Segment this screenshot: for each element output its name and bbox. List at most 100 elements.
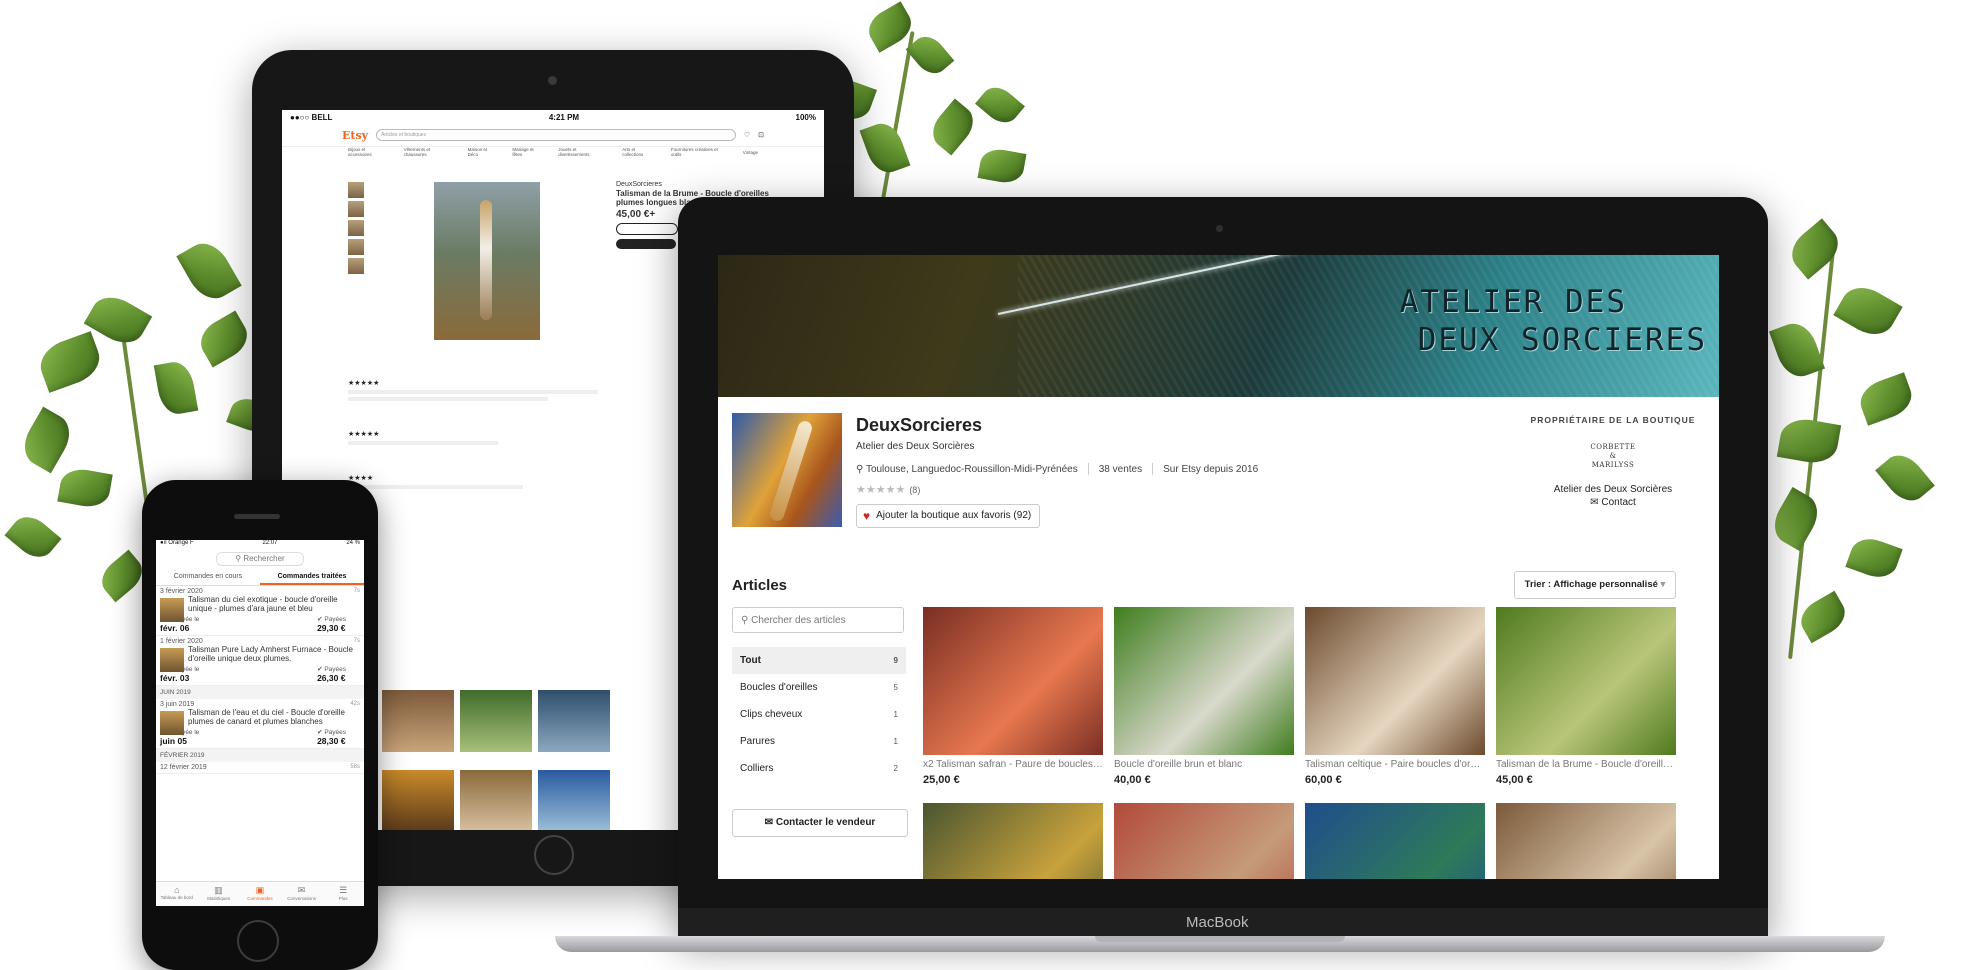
phone-status-bar: ●ıl Orange F 22:07 24 % — [156, 540, 364, 550]
nav-item[interactable]: Arts et collections — [622, 147, 657, 157]
thumbnail[interactable] — [348, 258, 364, 274]
product-tile[interactable] — [538, 690, 610, 752]
product-tile[interactable] — [382, 690, 454, 752]
shop-name[interactable]: DeuxSorcieres — [616, 180, 796, 189]
product-tile[interactable] — [460, 770, 532, 830]
buy-button[interactable] — [616, 239, 676, 249]
paid-label: ✔ Payées — [317, 616, 346, 623]
order-duration: 42s — [350, 701, 360, 707]
category-label: Tout — [740, 655, 761, 666]
category-item[interactable]: Boucles d'oreilles 5 — [732, 674, 906, 701]
product-card[interactable] — [1496, 803, 1676, 879]
add-to-cart-button[interactable] — [616, 223, 678, 235]
product-card[interactable] — [923, 803, 1103, 879]
product-card[interactable]: Boucle d'oreille brun et blanc 40,00 € — [1114, 607, 1294, 786]
etsy-category-nav: Bijoux et accessoires Vêtements et chaus… — [282, 147, 824, 157]
owner-name[interactable]: Atelier des Deux Sorcières — [1518, 484, 1708, 495]
product-card[interactable]: x2 Talisman safran - Paure de boucles d'… — [923, 607, 1103, 786]
product-image[interactable] — [1496, 803, 1676, 879]
thumbnail[interactable] — [348, 201, 364, 217]
carrier: ●●○○ BELL — [290, 112, 333, 122]
product-card[interactable] — [1114, 803, 1294, 879]
product-tile[interactable] — [538, 770, 610, 830]
cart-icon[interactable]: ⊡ — [758, 131, 764, 139]
nav-item[interactable]: Maison et Déco — [468, 147, 499, 157]
order-item[interactable]: 12 février 2019 58s — [156, 762, 364, 774]
nav-item[interactable]: Jouets et divertissements — [558, 147, 608, 157]
contact-seller-button[interactable]: ✉ Contacter le vendeur — [732, 809, 908, 837]
tabbar-orders[interactable]: ▣ Commandes — [239, 882, 281, 906]
heart-icon[interactable]: ♡ — [744, 131, 750, 139]
category-item[interactable]: Tout 9 — [732, 647, 906, 674]
product-image[interactable] — [923, 607, 1103, 755]
product-price: 25,00 € — [923, 774, 960, 786]
product-name[interactable]: Boucle d'oreille brun et blanc — [1114, 759, 1294, 770]
phone-home-button[interactable] — [237, 920, 279, 962]
shop-subtitle: Atelier des Deux Sorcières — [856, 441, 975, 452]
product-tile[interactable] — [382, 770, 454, 830]
category-item[interactable]: Parures 1 — [732, 728, 906, 755]
order-item[interactable]: 1 février 2020 7s Talisman Pure Lady Amh… — [156, 636, 364, 686]
thumbnail[interactable] — [348, 182, 364, 198]
product-thumbnails — [348, 182, 366, 277]
nav-item[interactable]: Fournitures créatives et outils — [671, 147, 729, 157]
tab-orders-completed[interactable]: Commandes traitées — [260, 570, 364, 585]
thumbnail[interactable] — [348, 220, 364, 236]
product-main-image[interactable] — [434, 182, 540, 340]
product-name[interactable]: Talisman celtique - Paire boucles d'orei… — [1305, 759, 1485, 770]
product-image[interactable] — [1114, 803, 1294, 879]
tabbar-dashboard[interactable]: ⌂ Tableau de bord — [156, 882, 198, 906]
shop-avatar — [732, 413, 842, 527]
product-image[interactable] — [1305, 607, 1485, 755]
article-search-input[interactable]: ⚲ Chercher des articles — [732, 607, 904, 633]
phone-device: ●ıl Orange F 22:07 24 % ⚲ Rechercher Com… — [142, 480, 378, 970]
contact-link[interactable]: ✉ Contact — [1518, 497, 1708, 508]
order-status-row: ✔ Envoyée lejuin 05 ✔ Payées28,30 € — [160, 726, 360, 746]
product-name[interactable]: x2 Talisman safran - Paure de boucles d'… — [923, 759, 1103, 770]
chart-icon: ▥ — [214, 885, 223, 895]
search-icon: ⚲ — [741, 615, 749, 626]
add-favorite-button[interactable]: ♥ Ajouter la boutique aux favoris (92) — [856, 504, 1041, 528]
tablet-home-button[interactable] — [534, 835, 574, 875]
product-image[interactable] — [1496, 607, 1676, 755]
tablet-status-bar: ●●○○ BELL 4:21 PM 100% — [282, 110, 824, 124]
order-item[interactable]: 3 février 2020 7s Talisman du ciel exoti… — [156, 586, 364, 636]
shop-sales: 38 ventes — [1098, 463, 1143, 475]
shop-rating[interactable]: ★★★★★ (8) — [856, 483, 920, 496]
product-image[interactable] — [923, 803, 1103, 879]
product-card[interactable]: Talisman celtique - Paire boucles d'orei… — [1305, 607, 1485, 786]
order-item[interactable]: 3 juin 2019 42s Talisman de l'eau et du … — [156, 699, 364, 749]
product-card[interactable]: Talisman de la Brume - Boucle d'oreilles… — [1496, 607, 1676, 786]
product-image[interactable] — [1114, 607, 1294, 755]
tabbar-conversations[interactable]: ✉ Conversations — [281, 882, 323, 906]
product-name[interactable]: Talisman de la Brume - Boucle d'oreilles… — [1496, 759, 1676, 770]
tabbar-more[interactable]: ☰ Plus — [322, 882, 364, 906]
owner-logo-line: MARILYSS — [1591, 461, 1635, 469]
shop-since: Sur Etsy depuis 2016 — [1163, 463, 1259, 475]
phone-screen: ●ıl Orange F 22:07 24 % ⚲ Rechercher Com… — [156, 540, 364, 906]
tabbar-label: Statistiques — [206, 896, 231, 901]
product-tile[interactable] — [460, 690, 532, 752]
order-title: Talisman de l'eau et du ciel - Boucle d'… — [188, 708, 345, 726]
nav-item[interactable]: Bijoux et accessoires — [348, 147, 390, 157]
tabbar-stats[interactable]: ▥ Statistiques — [198, 882, 240, 906]
phone-tab-bar: ⌂ Tableau de bord ▥ Statistiques ▣ Commande… — [156, 881, 364, 906]
etsy-search-input[interactable]: Articles et boutiques — [376, 129, 736, 141]
owner-label: PROPRIÉTAIRE DE LA BOUTIQUE — [1530, 415, 1696, 425]
phone-search-input[interactable]: ⚲ Rechercher — [216, 552, 304, 566]
nav-item[interactable]: Mariage et fêtes — [512, 147, 544, 157]
sent-date: févr. 06 — [160, 623, 190, 633]
thumbnail[interactable] — [348, 239, 364, 255]
etsy-logo[interactable]: Etsy — [342, 129, 368, 142]
category-item[interactable]: Colliers 2 — [732, 755, 906, 782]
article-search-placeholder: Chercher des articles — [751, 615, 846, 626]
category-item[interactable]: Clips cheveux 1 — [732, 701, 906, 728]
product-image[interactable] — [1305, 803, 1485, 879]
product-card[interactable] — [1305, 803, 1485, 879]
nav-item[interactable]: Vintage — [743, 150, 758, 155]
nav-item[interactable]: Vêtements et chaussures — [404, 147, 454, 157]
shop-name: DeuxSorcieres — [856, 415, 983, 435]
sort-dropdown[interactable]: Trier : Affichage personnalisé ▾ — [1514, 571, 1676, 599]
tab-orders-in-progress[interactable]: Commandes en cours — [156, 570, 260, 585]
chevron-down-icon: ▾ — [1660, 579, 1666, 590]
